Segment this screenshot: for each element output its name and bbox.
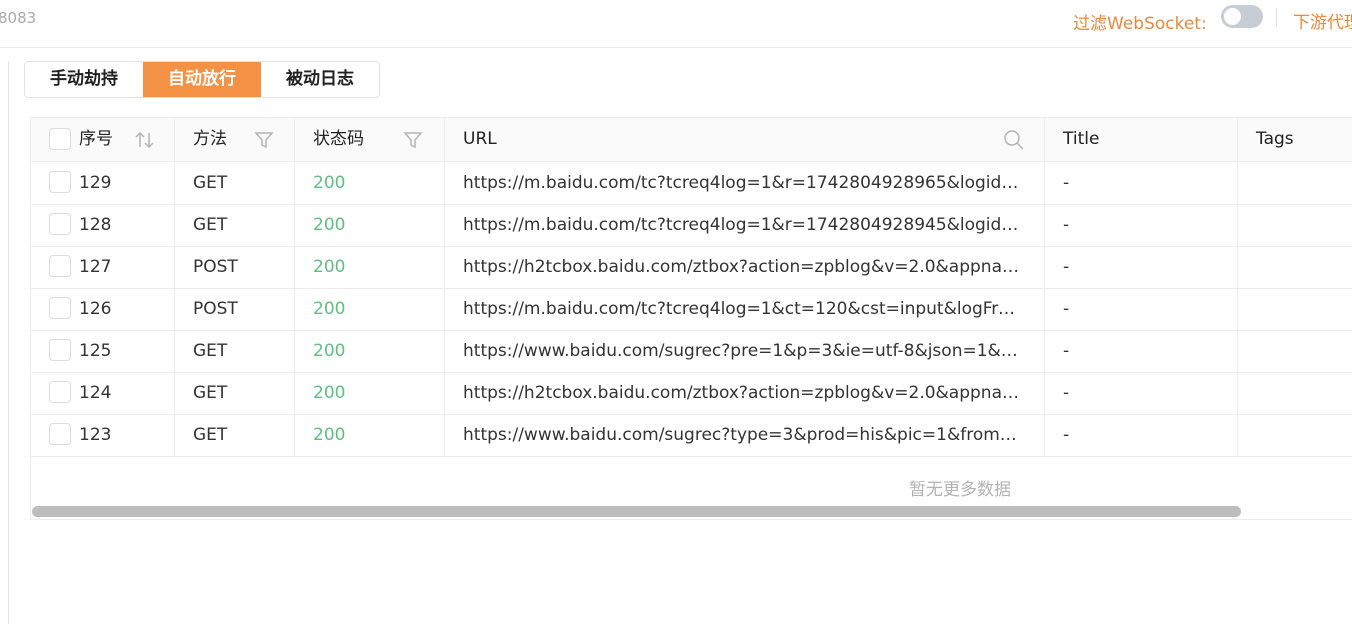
- table-row[interactable]: 126 POST 200 https://m.baidu.com/tc?tcre…: [31, 288, 1352, 331]
- header-id-label: 序号: [79, 129, 113, 149]
- divider: [1276, 9, 1277, 26]
- tab-auto-release[interactable]: 自动放行: [143, 62, 261, 97]
- row-title: -: [1063, 299, 1070, 319]
- table-row[interactable]: 128 GET 200 https://m.baidu.com/tc?tcreq…: [31, 204, 1352, 247]
- websocket-filter-toggle[interactable]: [1221, 5, 1263, 28]
- table-row[interactable]: 125 GET 200 https://www.baidu.com/sugrec…: [31, 330, 1352, 373]
- header-tags: Tags: [1256, 129, 1294, 149]
- row-url: https://www.baidu.com/sugrec?type=3&prod…: [463, 425, 1045, 445]
- table-row[interactable]: 123 GET 200 https://www.baidu.com/sugrec…: [31, 414, 1352, 457]
- no-more-data-text: 暂无更多数据: [909, 480, 1011, 500]
- row-method: GET: [193, 173, 228, 193]
- search-icon[interactable]: [1003, 118, 1025, 161]
- left-divider: [8, 61, 9, 624]
- table-row[interactable]: 129 GET 200 https://m.baidu.com/tc?tcreq…: [31, 162, 1352, 205]
- row-checkbox[interactable]: [49, 213, 71, 235]
- header-title: Title: [1063, 129, 1100, 149]
- sort-icon[interactable]: [134, 118, 156, 161]
- row-id: 127: [79, 257, 112, 277]
- row-checkbox[interactable]: [49, 297, 71, 319]
- row-checkbox[interactable]: [49, 423, 71, 445]
- row-method: GET: [193, 425, 228, 445]
- row-status: 200: [313, 383, 346, 403]
- tab-manual-hijack[interactable]: 手动劫持: [25, 62, 143, 97]
- header-url: URL: [445, 118, 1045, 161]
- table-row[interactable]: 127 POST 200 https://h2tcbox.baidu.com/z…: [31, 246, 1352, 289]
- row-id: 126: [79, 299, 112, 319]
- header-method: 方法: [175, 118, 295, 161]
- row-url: https://m.baidu.com/tc?tcreq4log=1&r=174…: [463, 215, 1045, 235]
- traffic-table: 序号 方法 状态码 URL Title Tags 129 GET 200 htt…: [30, 117, 1352, 520]
- row-status: 200: [313, 215, 346, 235]
- row-url: https://h2tcbox.baidu.com/ztbox?action=z…: [463, 257, 1045, 277]
- table-row[interactable]: 124 GET 200 https://h2tcbox.baidu.com/zt…: [31, 372, 1352, 415]
- header-url-label: URL: [463, 129, 497, 149]
- horizontal-scrollbar[interactable]: [32, 506, 1241, 517]
- filter-icon[interactable]: [403, 118, 423, 161]
- row-status: 200: [313, 425, 346, 445]
- select-all-checkbox[interactable]: [49, 128, 71, 150]
- row-method: GET: [193, 215, 228, 235]
- row-id: 123: [79, 425, 112, 445]
- row-checkbox[interactable]: [49, 171, 71, 193]
- row-method: POST: [193, 257, 238, 277]
- header-status-label: 状态码: [313, 129, 364, 149]
- filter-icon[interactable]: [254, 118, 274, 161]
- row-status: 200: [313, 341, 346, 361]
- row-method: POST: [193, 299, 238, 319]
- toggle-knob: [1224, 8, 1241, 25]
- top-bar: 8083 过滤WebSocket: 下游代理: [0, 0, 1352, 48]
- row-id: 124: [79, 383, 112, 403]
- row-title: -: [1063, 425, 1070, 445]
- row-checkbox[interactable]: [49, 255, 71, 277]
- row-id: 125: [79, 341, 112, 361]
- row-title: -: [1063, 257, 1070, 277]
- mode-tabs: 手动劫持 自动放行 被动日志: [24, 61, 380, 98]
- row-status: 200: [313, 299, 346, 319]
- header-method-label: 方法: [193, 129, 227, 149]
- row-url: https://h2tcbox.baidu.com/ztbox?action=z…: [463, 383, 1045, 403]
- table-header: 序号 方法 状态码 URL Title Tags: [31, 118, 1352, 162]
- row-id: 129: [79, 173, 112, 193]
- row-title: -: [1063, 215, 1070, 235]
- header-id: 序号: [31, 118, 175, 161]
- row-checkbox[interactable]: [49, 339, 71, 361]
- row-url: https://m.baidu.com/tc?tcreq4log=1&ct=12…: [463, 299, 1045, 319]
- row-url: https://m.baidu.com/tc?tcreq4log=1&r=174…: [463, 173, 1045, 193]
- tab-passive-log[interactable]: 被动日志: [261, 62, 379, 97]
- row-checkbox[interactable]: [49, 381, 71, 403]
- row-title: -: [1063, 341, 1070, 361]
- row-url: https://www.baidu.com/sugrec?pre=1&p=3&i…: [463, 341, 1045, 361]
- websocket-filter-label: 过滤WebSocket:: [1073, 14, 1207, 34]
- row-method: GET: [193, 341, 228, 361]
- row-id: 128: [79, 215, 112, 235]
- row-status: 200: [313, 257, 346, 277]
- row-title: -: [1063, 383, 1070, 403]
- row-title: -: [1063, 173, 1070, 193]
- row-method: GET: [193, 383, 228, 403]
- downstream-proxy-link[interactable]: 下游代理: [1293, 8, 1352, 33]
- header-status: 状态码: [295, 118, 445, 161]
- row-status: 200: [313, 173, 346, 193]
- port-label: 8083: [0, 9, 37, 27]
